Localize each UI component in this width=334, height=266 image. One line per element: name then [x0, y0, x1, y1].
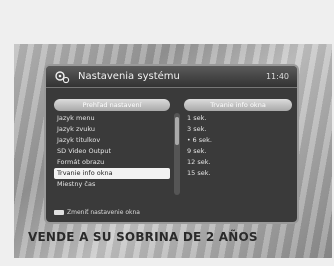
gear-icon [55, 70, 70, 83]
option-6-sec[interactable]: 6 sek. [184, 135, 292, 146]
dialog-header: Nastavenia systému 11:40 [46, 66, 297, 88]
setting-item-audio-language[interactable]: Jazyk zvuku [54, 124, 170, 135]
dialog-title: Nastavenia systému [78, 71, 180, 82]
options-list: Trvanie info okna 1 sek. 3 sek. 6 sek. 9… [184, 99, 292, 179]
broadcast-caption: VENDE A SU SOBRINA DE 2 AÑOS [28, 230, 258, 244]
tv-screen: Nastavenia systému 11:40 Prehľad nastave… [14, 44, 332, 258]
scrollbar[interactable] [174, 113, 180, 195]
option-9-sec[interactable]: 9 sek. [184, 146, 292, 157]
setting-item-menu-language[interactable]: Jazyk menu [54, 113, 170, 124]
options-list-header: Trvanie info okna [184, 99, 292, 111]
option-1-sec[interactable]: 1 sek. [184, 113, 292, 124]
setting-item-local-time[interactable]: Miestny čas [54, 179, 170, 190]
option-15-sec[interactable]: 15 sek. [184, 168, 292, 179]
dialog-footer: Zmeniť nastavenie okna [54, 209, 140, 216]
remote-key-icon [54, 210, 64, 215]
settings-list: Prehľad nastavení Jazyk menu Jazyk zvuku… [54, 99, 170, 190]
option-3-sec[interactable]: 3 sek. [184, 124, 292, 135]
scrollbar-thumb[interactable] [175, 117, 179, 145]
footer-hint: Zmeniť nastavenie okna [67, 209, 140, 216]
settings-list-header: Prehľad nastavení [54, 99, 170, 111]
setting-item-sd-video-output[interactable]: SD Video Output [54, 146, 170, 157]
settings-dialog: Nastavenia systému 11:40 Prehľad nastave… [44, 64, 299, 224]
setting-item-subtitle-language[interactable]: Jazyk titulkov [54, 135, 170, 146]
option-12-sec[interactable]: 12 sek. [184, 157, 292, 168]
clock: 11:40 [265, 72, 289, 81]
setting-item-picture-format[interactable]: Formát obrazu [54, 157, 170, 168]
setting-item-info-duration[interactable]: Trvanie info okna [54, 168, 170, 179]
